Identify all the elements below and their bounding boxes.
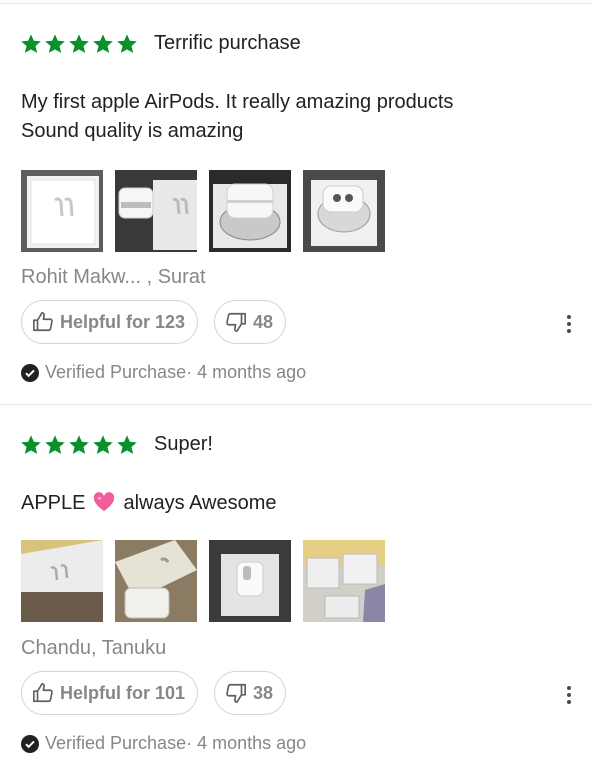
review-card: Terrific purchase My first apple AirPods… xyxy=(0,4,592,382)
reviewer-name: Chandu, Tanuku xyxy=(21,637,167,659)
star-icon xyxy=(93,33,113,53)
review-time: · 4 months ago xyxy=(186,362,307,382)
dislike-count: 48 xyxy=(253,311,274,332)
thumbs-up-icon xyxy=(33,683,53,703)
helpful-count-label: Helpful for 123 xyxy=(60,311,186,332)
pink-heart-icon xyxy=(94,492,115,512)
review-photo[interactable] xyxy=(209,170,291,252)
thumbs-down-icon xyxy=(226,312,247,332)
rating-row: Super! xyxy=(20,433,213,456)
review-time: · 4 months ago xyxy=(186,733,307,753)
review-actions: Helpful for 123 48 xyxy=(21,300,287,344)
dislike-count: 38 xyxy=(253,682,274,703)
verified-check-icon xyxy=(21,734,39,753)
star-icon xyxy=(45,434,65,454)
review-photo[interactable] xyxy=(21,540,103,622)
star-icon xyxy=(117,434,137,454)
review-actions: Helpful for 101 38 xyxy=(21,671,287,715)
star-rating xyxy=(20,33,138,55)
review-body-prefix: APPLE xyxy=(21,492,86,514)
thumbs-down-icon xyxy=(226,683,247,703)
review-body: APPLE always Awesome xyxy=(21,489,277,518)
verified-label: Verified Purchase xyxy=(45,733,187,753)
review-photos xyxy=(21,540,385,622)
helpful-count-label: Helpful for 101 xyxy=(60,682,186,703)
helpful-button[interactable]: Helpful for 101 xyxy=(21,671,199,715)
review-body: My first apple AirPods. It really amazin… xyxy=(21,91,454,142)
reviewer-name: Rohit Makw... , Surat xyxy=(21,266,206,288)
star-icon xyxy=(69,33,89,53)
review-photo[interactable] xyxy=(115,540,197,622)
review-photo[interactable] xyxy=(21,170,103,252)
dislike-button[interactable]: 38 xyxy=(214,671,287,715)
rating-row: Terrific purchase xyxy=(20,32,301,55)
verified-check-icon xyxy=(21,363,39,382)
dislike-button[interactable]: 48 xyxy=(214,300,287,344)
star-icon xyxy=(69,434,89,454)
review-photo[interactable] xyxy=(303,540,385,622)
review-photo[interactable] xyxy=(115,170,197,252)
thumbs-up-icon xyxy=(33,312,53,332)
review-photo[interactable] xyxy=(303,170,385,252)
star-icon xyxy=(93,434,113,454)
star-icon xyxy=(45,33,65,53)
helpful-button[interactable]: Helpful for 123 xyxy=(21,300,199,344)
star-rating xyxy=(20,434,138,456)
more-options-icon[interactable] xyxy=(565,686,573,704)
review-photos xyxy=(21,170,385,252)
review-card: Super! APPLE always Awesome Chandu, Tanu… xyxy=(0,404,592,775)
star-icon xyxy=(21,33,41,53)
review-title: Super! xyxy=(154,433,213,455)
star-icon xyxy=(117,33,137,53)
review-title: Terrific purchase xyxy=(154,32,301,54)
verified-label: Verified Purchase xyxy=(45,362,187,382)
verified-purchase: Verified Purchase · 4 months ago xyxy=(21,362,306,383)
star-icon xyxy=(21,434,41,454)
review-photo[interactable] xyxy=(209,540,291,622)
more-options-icon[interactable] xyxy=(565,315,573,333)
verified-purchase: Verified Purchase · 4 months ago xyxy=(21,733,306,754)
review-body-suffix: always Awesome xyxy=(123,492,277,514)
